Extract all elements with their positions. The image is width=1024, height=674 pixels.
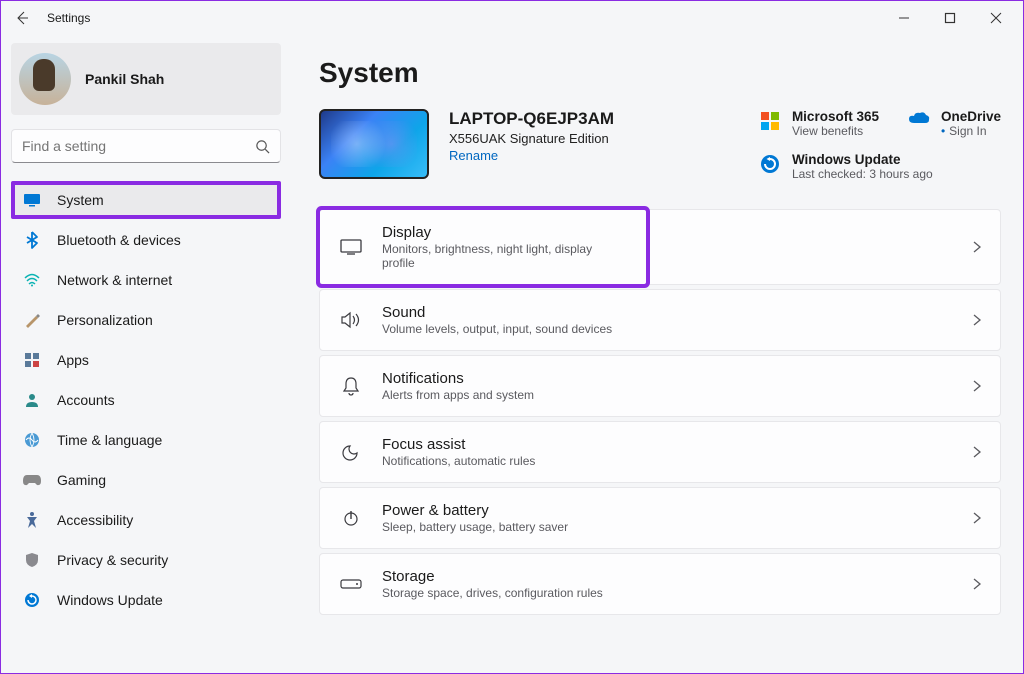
chevron-right-icon bbox=[972, 577, 982, 591]
minimize-button[interactable] bbox=[881, 1, 927, 35]
device-row: LAPTOP-Q6EJP3AM X556UAK Signature Editio… bbox=[319, 109, 1001, 181]
accounts-icon bbox=[21, 392, 43, 408]
nav-label: System bbox=[57, 192, 104, 208]
status-sub: •Sign In bbox=[941, 124, 1001, 138]
onedrive-icon bbox=[907, 111, 931, 125]
nav-list: System Bluetooth & devices Network & int… bbox=[11, 181, 281, 619]
storage-icon bbox=[338, 578, 364, 590]
status-microsoft365[interactable]: Microsoft 365 View benefits bbox=[758, 109, 879, 138]
page-title: System bbox=[319, 57, 1001, 89]
apps-icon bbox=[21, 352, 43, 368]
close-button[interactable] bbox=[973, 1, 1019, 35]
nav-item-gaming[interactable]: Gaming bbox=[11, 461, 281, 499]
setting-title: Display bbox=[382, 224, 628, 241]
rename-link[interactable]: Rename bbox=[449, 148, 498, 163]
power-icon bbox=[338, 509, 364, 527]
focus-icon bbox=[338, 443, 364, 461]
status-sub: Last checked: 3 hours ago bbox=[792, 167, 933, 181]
status-onedrive[interactable]: OneDrive •Sign In bbox=[907, 109, 1001, 138]
setting-sub: Alerts from apps and system bbox=[382, 388, 534, 402]
user-card[interactable]: Pankil Shah bbox=[11, 43, 281, 115]
search-input[interactable] bbox=[22, 138, 255, 154]
setting-item-power[interactable]: Power & battery Sleep, battery usage, ba… bbox=[319, 487, 1001, 549]
status-title: Microsoft 365 bbox=[792, 109, 879, 124]
nav-label: Bluetooth & devices bbox=[57, 232, 181, 248]
setting-title: Focus assist bbox=[382, 436, 535, 453]
nav-label: Time & language bbox=[57, 432, 162, 448]
time-icon bbox=[21, 432, 43, 448]
window-title: Settings bbox=[47, 11, 90, 25]
nav-item-accessibility[interactable]: Accessibility bbox=[11, 501, 281, 539]
status-title: Windows Update bbox=[792, 152, 933, 167]
chevron-right-icon bbox=[972, 313, 982, 327]
search-icon bbox=[255, 139, 270, 154]
chevron-right-icon bbox=[972, 445, 982, 459]
setting-title: Notifications bbox=[382, 370, 534, 387]
nav-item-bluetooth[interactable]: Bluetooth & devices bbox=[11, 221, 281, 259]
nav-item-accounts[interactable]: Accounts bbox=[11, 381, 281, 419]
setting-item-display[interactable]: Display Monitors, brightness, night ligh… bbox=[320, 210, 646, 284]
bluetooth-icon bbox=[21, 231, 43, 249]
setting-row-display-wrap: Display Monitors, brightness, night ligh… bbox=[319, 209, 1001, 285]
nav-item-apps[interactable]: Apps bbox=[11, 341, 281, 379]
nav-item-network[interactable]: Network & internet bbox=[11, 261, 281, 299]
maximize-button[interactable] bbox=[927, 1, 973, 35]
gaming-icon bbox=[21, 473, 43, 487]
nav-label: Windows Update bbox=[57, 592, 163, 608]
chevron-right-icon bbox=[972, 379, 982, 393]
nav-item-update[interactable]: Windows Update bbox=[11, 581, 281, 619]
nav-label: Network & internet bbox=[57, 272, 172, 288]
nav-item-privacy[interactable]: Privacy & security bbox=[11, 541, 281, 579]
update-icon bbox=[21, 592, 43, 608]
user-name: Pankil Shah bbox=[85, 71, 164, 87]
setting-item-sound[interactable]: Sound Volume levels, output, input, soun… bbox=[319, 289, 1001, 351]
chevron-right-icon bbox=[972, 511, 982, 525]
nav-label: Gaming bbox=[57, 472, 106, 488]
accessibility-icon bbox=[21, 511, 43, 529]
setting-sub: Sleep, battery usage, battery saver bbox=[382, 520, 568, 534]
notifications-icon bbox=[338, 376, 364, 396]
setting-item-focus[interactable]: Focus assist Notifications, automatic ru… bbox=[319, 421, 1001, 483]
sidebar: Pankil Shah System Bluetooth & devices N… bbox=[1, 35, 291, 673]
personalization-icon bbox=[21, 311, 43, 329]
search-box[interactable] bbox=[11, 129, 281, 163]
setting-title: Sound bbox=[382, 304, 612, 321]
network-icon bbox=[21, 273, 43, 287]
device-thumbnail[interactable] bbox=[319, 109, 429, 179]
setting-title: Power & battery bbox=[382, 502, 568, 519]
content-area: System LAPTOP-Q6EJP3AM X556UAK Signature… bbox=[291, 35, 1023, 673]
nav-label: Privacy & security bbox=[57, 552, 168, 568]
sound-icon bbox=[338, 311, 364, 329]
display-icon bbox=[338, 239, 364, 255]
nav-label: Accounts bbox=[57, 392, 115, 408]
setting-item-storage[interactable]: Storage Storage space, drives, configura… bbox=[319, 553, 1001, 615]
setting-sub: Storage space, drives, configuration rul… bbox=[382, 586, 603, 600]
microsoft-icon bbox=[758, 111, 782, 131]
nav-label: Personalization bbox=[57, 312, 153, 328]
device-name: LAPTOP-Q6EJP3AM bbox=[449, 109, 614, 129]
nav-label: Apps bbox=[57, 352, 89, 368]
setting-item-notifications[interactable]: Notifications Alerts from apps and syste… bbox=[319, 355, 1001, 417]
settings-list: Display Monitors, brightness, night ligh… bbox=[319, 209, 1001, 615]
system-icon bbox=[21, 193, 43, 207]
status-title: OneDrive bbox=[941, 109, 1001, 124]
nav-item-time[interactable]: Time & language bbox=[11, 421, 281, 459]
setting-sub: Volume levels, output, input, sound devi… bbox=[382, 322, 612, 336]
back-button[interactable] bbox=[5, 1, 39, 35]
status-windows-update[interactable]: Windows Update Last checked: 3 hours ago bbox=[758, 152, 1001, 181]
setting-title: Storage bbox=[382, 568, 603, 585]
setting-sub: Monitors, brightness, night light, displ… bbox=[382, 242, 628, 270]
chevron-right-icon bbox=[972, 240, 982, 254]
avatar bbox=[19, 53, 71, 105]
status-sub: View benefits bbox=[792, 124, 879, 138]
nav-label: Accessibility bbox=[57, 512, 133, 528]
titlebar: Settings bbox=[1, 1, 1023, 35]
nav-item-personalization[interactable]: Personalization bbox=[11, 301, 281, 339]
privacy-icon bbox=[21, 552, 43, 568]
setting-sub: Notifications, automatic rules bbox=[382, 454, 535, 468]
nav-item-system[interactable]: System bbox=[11, 181, 281, 219]
update-status-icon bbox=[758, 154, 782, 174]
device-model: X556UAK Signature Edition bbox=[449, 131, 614, 146]
